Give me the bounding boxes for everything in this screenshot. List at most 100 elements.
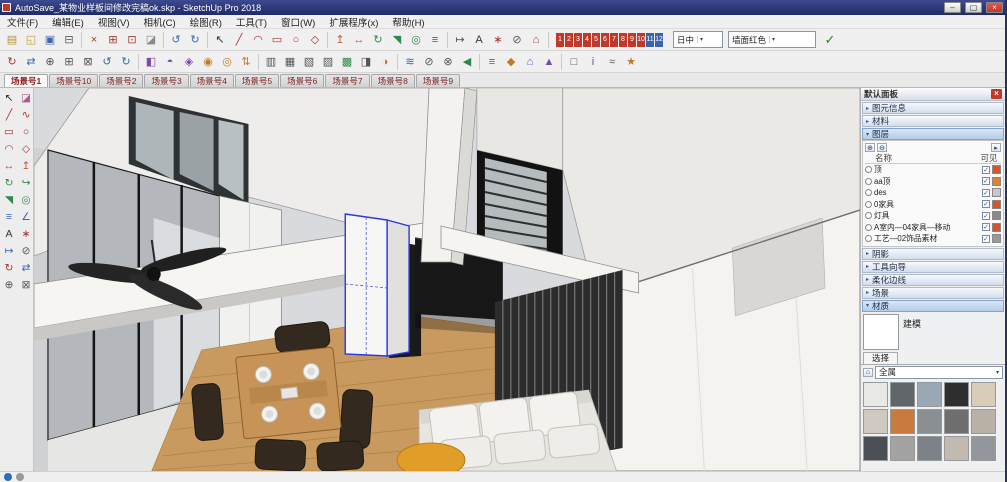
axes-icon[interactable]: ∗ [489, 31, 507, 49]
walk-icon[interactable]: ⇅ [237, 53, 255, 71]
move-icon[interactable]: ↔ [350, 31, 368, 49]
layer-color-swatch[interactable] [992, 234, 1001, 243]
layer-radio[interactable] [865, 201, 872, 208]
layer-visible-checkbox[interactable]: ✓ [982, 177, 990, 185]
components-icon[interactable]: ⌂ [521, 53, 539, 71]
material-swatch-3[interactable] [917, 382, 942, 407]
arc-icon[interactable]: ◠ [249, 31, 267, 49]
scene-tab-5[interactable]: 场景号4 [190, 74, 234, 87]
material-swatch-11[interactable] [863, 436, 888, 461]
material-swatch-10[interactable] [971, 409, 996, 434]
layer-radio[interactable] [865, 166, 872, 173]
layer-radio[interactable] [865, 178, 872, 185]
layer-row[interactable]: A室内—04家具—移动✓ [865, 222, 1001, 234]
polygon-tool[interactable]: ◇ [18, 141, 34, 157]
zoom-extents-icon[interactable]: ⊠ [79, 53, 97, 71]
wireframe-icon[interactable]: ▦ [281, 53, 299, 71]
eraser-tool[interactable]: ◪ [18, 90, 34, 106]
apply-check-button[interactable]: ✓ [821, 31, 839, 49]
layer-row[interactable]: 灯具✓ [865, 210, 1001, 222]
select-icon[interactable]: ↖ [211, 31, 229, 49]
layers-detail-button[interactable]: ▸ [991, 143, 1001, 152]
shaded-icon[interactable]: ▨ [319, 53, 337, 71]
scene-tab-9[interactable]: 场景号8 [371, 74, 415, 87]
layer-row[interactable]: des✓ [865, 187, 1001, 199]
layer-row[interactable]: 0家具✓ [865, 199, 1001, 211]
zoom-tool[interactable]: ⊕ [1, 277, 17, 293]
section-plane-tool[interactable]: ⊘ [18, 243, 34, 259]
layer-color-swatch[interactable] [992, 177, 1001, 186]
tab-select[interactable]: 选择 [863, 352, 898, 364]
menu-help[interactable]: 帮助(H) [385, 15, 431, 29]
xray-icon[interactable]: ▥ [262, 53, 280, 71]
erase-icon[interactable]: ◪ [142, 31, 160, 49]
style-number-button-2[interactable]: 2 [565, 33, 573, 47]
scale-icon[interactable]: ◥ [388, 31, 406, 49]
section-entity-info[interactable]: ▸图元信息 [862, 102, 1004, 114]
material-swatch-1[interactable] [863, 382, 888, 407]
rotate-icon[interactable]: ↻ [369, 31, 387, 49]
position-camera-icon[interactable]: ◉ [199, 53, 217, 71]
style-number-button-11[interactable]: 11 [646, 33, 654, 47]
style-number-button-1[interactable]: 1 [556, 33, 564, 47]
preferences-icon[interactable]: ≈ [603, 53, 621, 71]
zoom-icon[interactable]: ⊕ [41, 53, 59, 71]
rectangle-tool[interactable]: ▭ [1, 124, 17, 140]
section-shadows[interactable]: ▸阴影 [862, 248, 1004, 260]
layer-color-swatch[interactable] [992, 165, 1001, 174]
freehand-tool[interactable]: ∿ [18, 107, 34, 123]
styles-icon[interactable]: ▲ [540, 53, 558, 71]
audio-notify-icon[interactable]: ◀ [458, 53, 476, 71]
cut-icon[interactable]: × [85, 31, 103, 49]
geolocation-icon[interactable] [4, 473, 12, 481]
style-number-button-4[interactable]: 4 [583, 33, 591, 47]
model-info-icon[interactable]: i [584, 53, 602, 71]
warehouse-icon[interactable]: ⌂ [527, 31, 545, 49]
rectangle-icon[interactable]: ▭ [268, 31, 286, 49]
material-swatch-12[interactable] [890, 436, 915, 461]
print-icon[interactable]: ⊟ [60, 31, 78, 49]
open-icon[interactable]: ◱ [22, 31, 40, 49]
dimension-tool[interactable]: ↦ [1, 243, 17, 259]
layer-color-swatch[interactable] [992, 200, 1001, 209]
line-tool[interactable]: ╱ [1, 107, 17, 123]
menu-draw[interactable]: 绘图(R) [183, 15, 229, 29]
layer-radio[interactable] [865, 212, 872, 219]
previous-view-icon[interactable]: ↺ [98, 53, 116, 71]
scene-tab-4[interactable]: 场景号3 [144, 74, 188, 87]
style-number-button-3[interactable]: 3 [574, 33, 582, 47]
menu-file[interactable]: 文件(F) [0, 15, 45, 29]
style-number-button-5[interactable]: 5 [592, 33, 600, 47]
scale-tool[interactable]: ◥ [1, 192, 17, 208]
layer-visible-checkbox[interactable]: ✓ [982, 200, 990, 208]
front-view-icon[interactable]: ◧ [142, 53, 160, 71]
layer-color-swatch[interactable] [992, 211, 1001, 220]
layer-visible-checkbox[interactable]: ✓ [982, 223, 990, 231]
layer-color-swatch[interactable] [992, 188, 1001, 197]
scene-tab-10[interactable]: 场景号9 [416, 74, 460, 87]
pan-icon[interactable]: ⇄ [22, 53, 40, 71]
tape-measure-icon[interactable]: ≡ [426, 31, 444, 49]
section-scenes[interactable]: ▸场景 [862, 287, 1004, 299]
text-icon[interactable]: A [470, 31, 488, 49]
material-swatch-4[interactable] [944, 382, 969, 407]
style-number-button-8[interactable]: 8 [619, 33, 627, 47]
save-icon[interactable]: ▣ [41, 31, 59, 49]
material-preview[interactable] [863, 314, 899, 350]
material-swatch-13[interactable] [917, 436, 942, 461]
zoom-window-icon[interactable]: ⊞ [60, 53, 78, 71]
section-instructor[interactable]: ▸工具向导 [862, 261, 1004, 273]
top-view-icon[interactable]: ◓ [161, 53, 179, 71]
redo-icon[interactable]: ↻ [186, 31, 204, 49]
menu-edit[interactable]: 编辑(E) [45, 15, 91, 29]
textured-icon[interactable]: ▩ [338, 53, 356, 71]
style-number-button-9[interactable]: 9 [628, 33, 636, 47]
style-number-button-7[interactable]: 7 [610, 33, 618, 47]
credits-icon[interactable] [16, 473, 24, 481]
scene-tab-3[interactable]: 场景号2 [99, 74, 143, 87]
style-number-button-12[interactable]: 12 [655, 33, 663, 47]
layer-visible-checkbox[interactable]: ✓ [982, 189, 990, 197]
scenes-manager-icon[interactable]: □ [565, 53, 583, 71]
material-swatch-2[interactable] [890, 382, 915, 407]
new-file-icon[interactable]: ▤ [3, 31, 21, 49]
